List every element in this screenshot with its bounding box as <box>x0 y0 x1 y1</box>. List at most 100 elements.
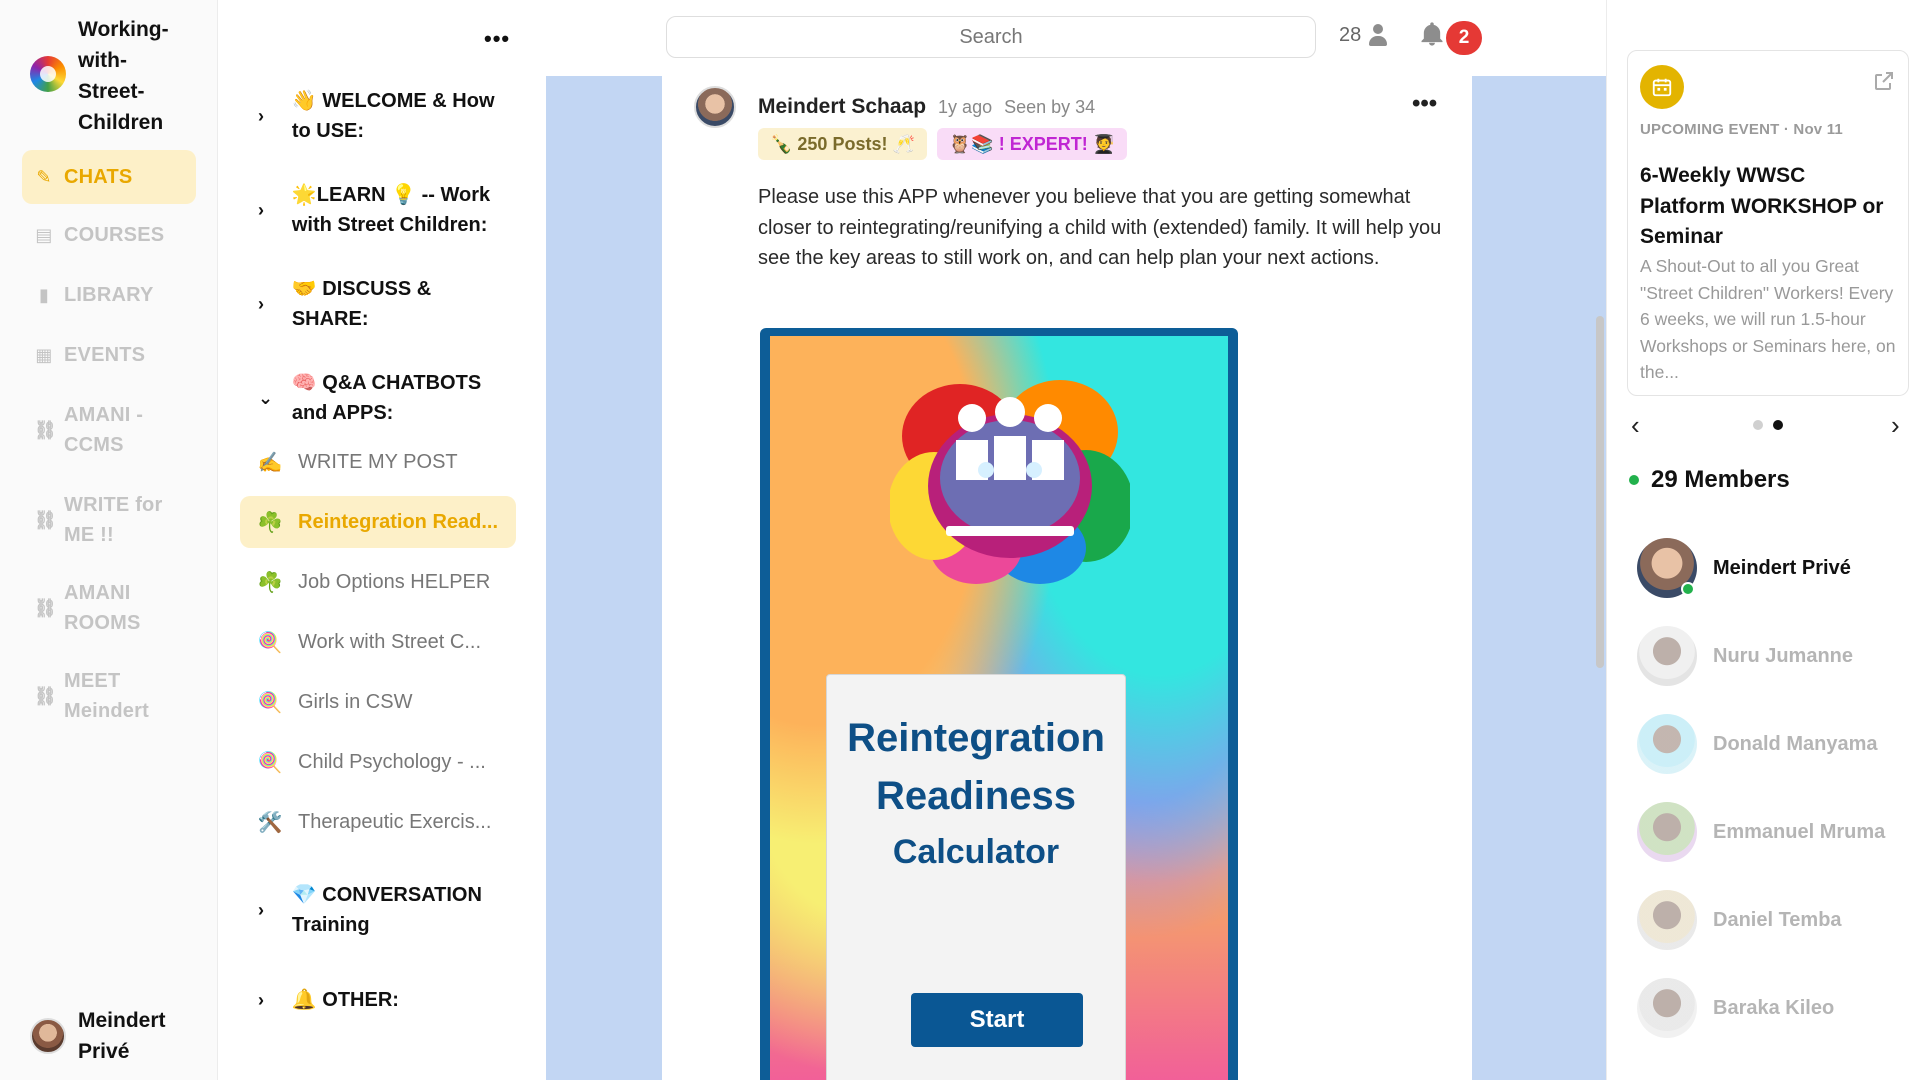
badge-expert: 🦉📚 ! EXPERT! 🧑‍🎓 <box>936 128 1128 160</box>
bell-icon[interactable] <box>1418 20 1448 50</box>
nav-item-chats[interactable]: ✎ CHATS <box>22 150 196 204</box>
calendar-icon: ▦ <box>35 344 53 365</box>
chevron-left-icon[interactable]: ‹ <box>1631 410 1640 441</box>
post-feed: Meindert Schaap 1y ago Seen by 34 ••• 🍾 … <box>662 76 1472 1080</box>
online-users-indicator[interactable]: 28 <box>1339 22 1389 48</box>
member-item[interactable]: Meindert Privé <box>1637 538 1893 598</box>
member-name: Meindert Privé <box>1713 556 1851 579</box>
online-status-dot <box>1681 582 1695 596</box>
family-logo-icon <box>890 380 1130 584</box>
channel-write-my-post[interactable]: ✍️ WRITE MY POST <box>240 436 516 488</box>
app-name: Working-with-Street-Children <box>78 18 169 134</box>
current-user[interactable]: Meindert Privé <box>30 1005 188 1067</box>
writing-hand-icon: ✍️ <box>257 451 283 474</box>
member-item[interactable]: Nuru Jumanne <box>1637 626 1893 686</box>
chevron-down-icon: ⌄ <box>258 387 274 408</box>
person-icon <box>1367 22 1389 48</box>
member-name: Nuru Jumanne <box>1713 644 1854 667</box>
post-author[interactable]: Meindert Schaap <box>758 95 926 119</box>
external-link-icon[interactable] <box>1872 69 1896 93</box>
search-input[interactable]: Search <box>666 16 1316 58</box>
post-time: 1y ago <box>938 96 993 117</box>
app-card-background: Reintegration Readiness Calculator Start <box>770 336 1228 1080</box>
chevron-right-icon: › <box>258 899 264 920</box>
channel-group-welcome[interactable]: › 👋 WELCOME & How to USE: <box>258 86 508 146</box>
post-more-options-icon[interactable]: ••• <box>1412 90 1437 118</box>
tools-icon: 🛠️ <box>257 811 283 834</box>
member-item[interactable]: Donald Manyama <box>1637 714 1893 774</box>
channel-work-with-street-children[interactable]: 🍭 Work with Street C... <box>240 616 516 668</box>
post-seen-by[interactable]: Seen by 34 <box>1004 97 1095 118</box>
notification-badge[interactable]: 2 <box>1446 21 1482 55</box>
lollipop-icon: 🍭 <box>257 631 283 654</box>
online-count: 28 <box>1339 23 1362 46</box>
author-badges: 🍾 250 Posts! 🥂 🦉📚 ! EXPERT! 🧑‍🎓 <box>758 128 1128 160</box>
event-title[interactable]: 6-Weekly WWSC Platform WORKSHOP or Semin… <box>1640 161 1896 253</box>
chevron-right-icon: › <box>258 199 264 220</box>
avatar <box>1637 978 1697 1038</box>
calculator-card: Reintegration Readiness Calculator Start <box>826 674 1126 1080</box>
app-header[interactable]: Working-with-Street-Children <box>30 14 188 138</box>
members-heading: 29 Members <box>1629 466 1790 494</box>
lollipop-icon: 🍭 <box>257 751 283 774</box>
nav-item-courses[interactable]: ▤ COURSES <box>22 220 196 250</box>
shamrock-icon: ☘️ <box>257 571 283 594</box>
online-dot <box>1629 475 1639 485</box>
link-icon: ⛓ <box>34 509 58 530</box>
channel-group-conversation-training[interactable]: › 💎 CONVERSATION Training <box>258 880 508 940</box>
app-logo <box>30 56 66 92</box>
avatar <box>1637 714 1697 774</box>
channel-therapeutic-exercises[interactable]: 🛠️ Therapeutic Exercis... <box>240 796 516 848</box>
channel-job-options-helper[interactable]: ☘️ Job Options HELPER <box>240 556 516 608</box>
feed-scrollbar[interactable] <box>1596 316 1604 668</box>
avatar <box>1637 626 1697 686</box>
nav-item-events[interactable]: ▦ EVENTS <box>22 340 196 370</box>
badge-250-posts: 🍾 250 Posts! 🥂 <box>758 128 927 160</box>
start-button[interactable]: Start <box>911 993 1083 1047</box>
calculator-title-line3: Calculator <box>892 833 1060 871</box>
avatar <box>1637 802 1697 862</box>
book-icon: ▤ <box>35 224 53 245</box>
member-item[interactable]: Emmanuel Mruma <box>1637 802 1893 862</box>
channel-group-learn[interactable]: › 🌟LEARN 💡 -- Work with Street Children: <box>258 180 508 240</box>
event-date-label: UPCOMING EVENT · Nov 11 <box>1640 121 1843 138</box>
member-name: Emmanuel Mruma <box>1713 820 1886 843</box>
nav-item-meet-meindert[interactable]: ⛓ MEET Meindert <box>22 666 196 726</box>
link-icon: ⛓ <box>34 597 58 618</box>
channel-reintegration-readiness[interactable]: ☘️ Reintegration Read... <box>240 496 516 548</box>
carousel-dot-active[interactable] <box>1773 420 1783 430</box>
chevron-right-icon: › <box>258 989 264 1010</box>
avatar <box>1637 890 1697 950</box>
avatar <box>30 1018 66 1054</box>
upcoming-event-card[interactable]: UPCOMING EVENT · Nov 11 6-Weekly WWSC Pl… <box>1627 50 1909 396</box>
event-carousel: ‹ › <box>1627 410 1909 440</box>
right-panel: UPCOMING EVENT · Nov 11 6-Weekly WWSC Pl… <box>1606 0 1920 1080</box>
nav-item-library[interactable]: ▮ LIBRARY <box>22 280 196 310</box>
nav-item-amani-rooms[interactable]: ⛓ AMANI ROOMS <box>22 578 196 638</box>
chevron-right-icon: › <box>258 105 264 126</box>
nav-item-write-for-me[interactable]: ⛓ WRITE for ME !! <box>22 490 196 550</box>
author-avatar[interactable] <box>694 86 736 128</box>
current-user-name: Meindert Privé <box>78 1009 166 1063</box>
channel-group-discuss[interactable]: › 🤝 DISCUSS & SHARE: <box>258 274 508 334</box>
document-icon: ▮ <box>38 284 50 305</box>
event-description: A Shout-Out to all you Great "Street Chi… <box>1640 256 1896 382</box>
channel-girls-in-csw[interactable]: 🍭 Girls in CSW <box>240 676 516 728</box>
calculator-title-line1: Reintegration <box>847 716 1105 760</box>
embedded-app-card[interactable]: Reintegration Readiness Calculator Start <box>760 328 1238 1080</box>
more-options-icon[interactable]: ••• <box>484 26 510 52</box>
nav-item-amani-ccms[interactable]: ⛓ AMANI - CCMS <box>22 400 196 460</box>
member-item[interactable]: Baraka Kileo <box>1637 978 1893 1038</box>
post-body: Please use this APP whenever you believe… <box>758 186 1442 269</box>
avatar <box>1637 538 1697 598</box>
pencil-icon: ✎ <box>36 166 52 187</box>
carousel-dot[interactable] <box>1753 420 1763 430</box>
channel-group-qa-chatbots[interactable]: ⌄ 🧠 Q&A CHATBOTS and APPS: <box>258 368 508 428</box>
channel-child-psychology[interactable]: 🍭 Child Psychology - ... <box>240 736 516 788</box>
member-name: Donald Manyama <box>1713 732 1878 755</box>
channel-group-other[interactable]: › 🔔 OTHER: <box>258 985 508 1015</box>
channels-panel: ••• › 👋 WELCOME & How to USE: › 🌟LEARN 💡… <box>218 0 546 1080</box>
chevron-right-icon[interactable]: › <box>1891 410 1900 441</box>
shamrock-icon: ☘️ <box>257 511 283 534</box>
member-item[interactable]: Daniel Temba <box>1637 890 1893 950</box>
